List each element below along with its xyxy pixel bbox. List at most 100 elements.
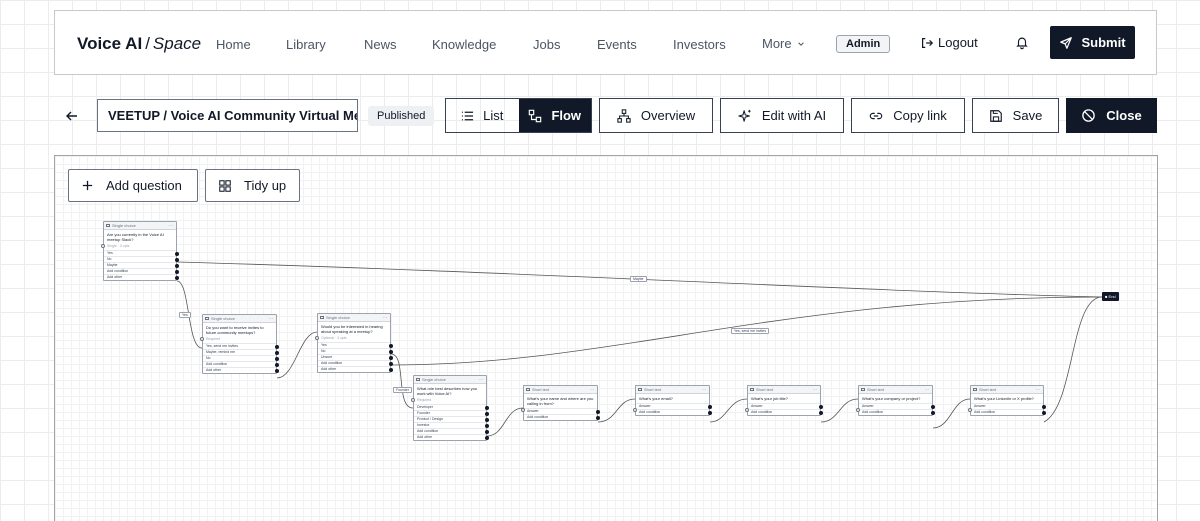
question-node[interactable]: Short text ⋯ What's your job title? Answer A…	[745, 385, 823, 416]
option-label: Product / Design	[417, 417, 443, 421]
edge-q3-to-q4	[390, 353, 414, 409]
close-button[interactable]: Close	[1066, 98, 1157, 133]
survey-title-input[interactable]: VEETUP / Voice AI Community Virtual Meet…	[97, 99, 358, 132]
output-port[interactable]	[931, 411, 935, 415]
question-node-header[interactable]: Single choice ⋯	[414, 376, 486, 384]
bell-icon[interactable]	[1015, 35, 1029, 50]
question-type-icon	[526, 388, 530, 391]
output-port[interactable]	[175, 276, 179, 280]
option-label: Yes	[107, 251, 113, 255]
end-node[interactable]: ■ End	[1102, 292, 1119, 301]
question-option[interactable]: Add condition	[524, 414, 600, 420]
question-node-header[interactable]: Short text ⋯	[636, 386, 709, 394]
output-port[interactable]	[275, 369, 279, 373]
option-label: Add other	[417, 435, 433, 439]
input-port[interactable]	[856, 408, 860, 412]
sitemap-icon	[617, 108, 631, 123]
question-option[interactable]: Add other	[104, 274, 179, 280]
question-node[interactable]: Short text ⋯ What's your LinkedIn or X pro…	[968, 385, 1046, 416]
output-port[interactable]	[1042, 411, 1046, 415]
output-port[interactable]	[485, 436, 489, 440]
back-arrow-icon[interactable]	[64, 108, 80, 124]
input-port[interactable]	[521, 408, 525, 412]
question-option[interactable]: Add other	[414, 434, 489, 440]
input-port[interactable]	[968, 408, 972, 412]
nav-investors[interactable]: Investors	[673, 37, 726, 52]
save-button[interactable]: Save	[972, 98, 1059, 133]
list-view-button[interactable]: List	[446, 99, 519, 132]
input-port[interactable]	[745, 408, 749, 412]
question-node[interactable]: Short text ⋯ What's your company or projec…	[856, 385, 935, 416]
flow-view-button[interactable]: Flow	[518, 99, 591, 132]
input-port[interactable]	[315, 336, 319, 340]
question-option[interactable]: Add condition	[859, 409, 935, 415]
question-node[interactable]: Short text ⋯ What's your name and where ar…	[521, 385, 600, 421]
question-node[interactable]: Short text ⋯ What's your email? Answer Add c…	[633, 385, 712, 416]
question-node-header[interactable]: Short text ⋯	[859, 386, 932, 394]
question-text: What's your name and where are you calli…	[527, 396, 594, 406]
nav-news[interactable]: News	[364, 37, 397, 52]
question-node[interactable]: Single choice ⋯ Do you want to receive inv…	[200, 314, 279, 374]
copy-link-label: Copy link	[893, 108, 947, 123]
nav-more[interactable]: More	[762, 36, 805, 51]
question-node[interactable]: Single choice ⋯ What role best describes h…	[411, 375, 489, 441]
option-label: Add other	[321, 367, 337, 371]
question-node[interactable]: Single choice ⋯ Are you currently in the V…	[101, 221, 179, 281]
question-text: What role best describes how you work wi…	[417, 386, 478, 396]
node-menu-icon[interactable]: ⋯	[383, 315, 388, 320]
nav-library[interactable]: Library	[286, 37, 326, 52]
option-label: Maybe, remind me	[206, 350, 235, 354]
node-menu-icon[interactable]: ⋯	[269, 316, 274, 321]
node-menu-icon[interactable]: ⋯	[590, 387, 595, 392]
question-node[interactable]: Single choice ⋯ Would you be interested in…	[315, 313, 393, 373]
edit-with-ai-button[interactable]: Edit with AI	[720, 98, 844, 133]
input-port[interactable]	[633, 408, 637, 412]
question-type-icon	[320, 316, 324, 319]
input-port[interactable]	[411, 398, 415, 402]
overview-button[interactable]: Overview	[599, 98, 713, 133]
nav-events[interactable]: Events	[597, 37, 637, 52]
node-menu-icon[interactable]: ⋯	[1036, 387, 1041, 392]
output-port[interactable]	[819, 411, 823, 415]
nav-home[interactable]: Home	[216, 37, 251, 52]
input-port[interactable]	[200, 337, 204, 341]
brand-name: Voice AI	[77, 34, 143, 53]
question-option[interactable]: Add condition	[748, 409, 823, 415]
flow-label: Flow	[551, 108, 582, 123]
question-option[interactable]: Add other	[203, 367, 279, 373]
nav-jobs[interactable]: Jobs	[533, 37, 560, 52]
logout-link[interactable]: Logout	[920, 35, 978, 50]
question-node-header[interactable]: Single choice ⋯	[318, 314, 390, 322]
nav-knowledge[interactable]: Knowledge	[432, 37, 496, 52]
question-node-header[interactable]: Single choice ⋯	[104, 222, 176, 230]
list-icon	[462, 111, 474, 120]
brand-logo[interactable]: Voice AI / Space	[77, 34, 201, 54]
node-menu-icon[interactable]: ⋯	[925, 387, 930, 392]
list-label: List	[483, 108, 504, 123]
question-type-label: Short text	[644, 387, 662, 392]
question-option[interactable]: Add other	[318, 366, 393, 372]
question-node-header[interactable]: Single choice ⋯	[203, 315, 276, 323]
question-node-header[interactable]: Short text ⋯	[524, 386, 597, 394]
output-port[interactable]	[596, 416, 600, 420]
input-port[interactable]	[101, 244, 105, 248]
question-option[interactable]: Add condition	[971, 409, 1046, 415]
flow-canvas[interactable]: Add question Tidy up Single choice ⋯ Are y…	[54, 155, 1158, 521]
edge-label-yes: Yes	[179, 312, 191, 318]
node-menu-icon[interactable]: ⋯	[702, 387, 707, 392]
output-port[interactable]	[389, 368, 393, 372]
option-label: Unsure	[321, 355, 333, 359]
option-label: No	[107, 257, 112, 261]
node-menu-icon[interactable]: ⋯	[169, 223, 174, 228]
question-option[interactable]: Add condition	[636, 409, 712, 415]
node-menu-icon[interactable]: ⋯	[813, 387, 818, 392]
copy-link-button[interactable]: Copy link	[851, 98, 965, 133]
option-label: Add condition	[206, 362, 228, 366]
admin-badge[interactable]: Admin	[836, 35, 891, 53]
submit-button[interactable]: Submit	[1050, 26, 1135, 59]
output-port[interactable]	[708, 411, 712, 415]
option-label: Add other	[206, 368, 222, 372]
node-menu-icon[interactable]: ⋯	[479, 377, 484, 382]
question-node-header[interactable]: Short text ⋯	[971, 386, 1043, 394]
question-node-header[interactable]: Short text ⋯	[748, 386, 820, 394]
